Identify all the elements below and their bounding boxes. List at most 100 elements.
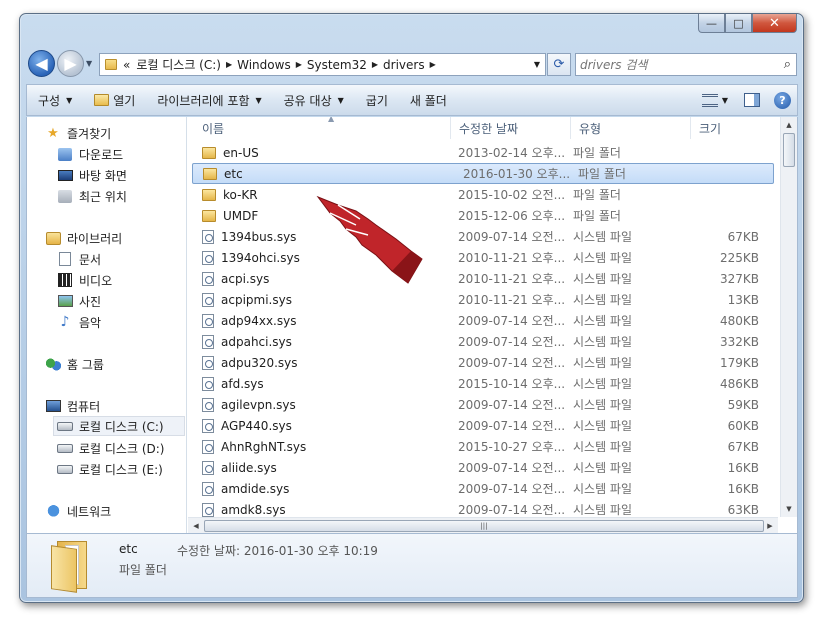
nav-network[interactable]: 네트워크	[45, 501, 111, 521]
details-modified-value: 2016-01-30 오후 10:19	[243, 544, 378, 558]
file-row[interactable]: adpu320.sys 2009-07-14 오전... 시스템 파일 179KB	[188, 352, 778, 373]
downloads-folder-icon	[58, 147, 72, 161]
chevron-down-icon: ▼	[66, 95, 73, 105]
vertical-scrollbar[interactable]: ▲ ▼	[780, 117, 797, 517]
file-row[interactable]: 1394ohci.sys 2010-11-21 오후... 시스템 파일 225KB	[188, 247, 778, 268]
scrollbar-thumb[interactable]	[783, 133, 795, 167]
horizontal-scrollbar-thumb[interactable]: |||	[204, 520, 764, 532]
address-bar[interactable]: « 로컬 디스크 (C:) ▶ Windows ▶ System32 ▶ dri…	[99, 53, 546, 76]
nav-desktop[interactable]: 바탕 화면	[57, 165, 127, 185]
search-box[interactable]: ⌕	[575, 53, 797, 76]
nav-pictures[interactable]: 사진	[57, 291, 101, 311]
nav-libraries[interactable]: 라이브러리	[45, 228, 122, 248]
nav-drive-d[interactable]: 로컬 디스크 (D:)	[57, 438, 164, 458]
nav-videos[interactable]: 비디오	[57, 270, 112, 290]
breadcrumb-system32[interactable]: System32	[304, 58, 370, 72]
column-header-type[interactable]: 유형	[571, 117, 691, 139]
address-dropdown-icon[interactable]: ▼	[529, 54, 545, 75]
nav-computer[interactable]: 컴퓨터	[45, 396, 100, 416]
nav-label: 바탕 화면	[79, 168, 127, 183]
share-with-button[interactable]: 공유 대상 ▼	[273, 85, 355, 115]
view-options-dropdown-icon[interactable]: ▼	[722, 96, 728, 105]
open-button[interactable]: 열기	[83, 85, 146, 115]
maximize-button[interactable]: □	[725, 14, 752, 33]
nav-favorites[interactable]: ★ 즐겨찾기	[45, 123, 111, 143]
refresh-button[interactable]: ⟳	[547, 53, 571, 76]
breadcrumb-windows[interactable]: Windows	[234, 58, 294, 72]
include-in-library-button[interactable]: 라이브러리에 포함 ▼	[146, 85, 272, 115]
preview-pane-icon[interactable]	[744, 93, 760, 107]
column-header-size[interactable]: 크기	[691, 117, 778, 139]
file-row[interactable]: UMDF 2015-12-06 오후... 파일 폴더	[188, 205, 778, 226]
nav-downloads[interactable]: 다운로드	[57, 144, 123, 164]
nav-documents[interactable]: 문서	[57, 249, 101, 269]
file-name-cell: amdk8.sys	[188, 502, 446, 517]
breadcrumb-drive[interactable]: 로컬 디스크 (C:)	[133, 56, 224, 73]
back-button[interactable]: ◀	[28, 50, 55, 77]
folder-icon	[105, 59, 117, 70]
file-name: UMDF	[223, 208, 259, 223]
system-file-icon	[202, 460, 214, 475]
nav-label: 로컬 디스크 (E:)	[79, 462, 163, 477]
file-name: amdide.sys	[221, 481, 290, 496]
column-header-date[interactable]: 수정한 날짜	[451, 117, 571, 139]
file-row[interactable]: etc 2016-01-30 오후... 파일 폴더	[192, 163, 774, 184]
file-row[interactable]: acpi.sys 2010-11-21 오후... 시스템 파일 327KB	[188, 268, 778, 289]
minimize-button[interactable]: —	[698, 14, 725, 33]
file-row[interactable]: AhnRghNT.sys 2015-10-27 오후... 시스템 파일 67KB	[188, 436, 778, 457]
file-row[interactable]: aliide.sys 2009-07-14 오전... 시스템 파일 16KB	[188, 457, 778, 478]
file-size: 60KB	[727, 418, 759, 433]
forward-arrow-icon: ▶	[64, 54, 77, 73]
recent-places-icon	[58, 189, 72, 203]
file-row[interactable]: adpahci.sys 2009-07-14 오전... 시스템 파일 332KB	[188, 331, 778, 352]
nav-drive-c[interactable]: 로컬 디스크 (C:)	[53, 416, 185, 436]
breadcrumb-drivers[interactable]: drivers	[380, 58, 428, 72]
breadcrumb-separator-icon[interactable]: ▶	[370, 60, 380, 69]
breadcrumb-separator-icon[interactable]: ▶	[294, 60, 304, 69]
scroll-left-icon[interactable]: ◀	[188, 518, 204, 533]
nav-homegroup[interactable]: 홈 그룹	[45, 354, 104, 374]
file-row[interactable]: 1394bus.sys 2009-07-14 오전... 시스템 파일 67KB	[188, 226, 778, 247]
file-row[interactable]: acpipmi.sys 2010-11-21 오후... 시스템 파일 13KB	[188, 289, 778, 310]
breadcrumb-separator-icon[interactable]: ▶	[428, 60, 438, 69]
forward-button[interactable]: ▶	[57, 50, 84, 77]
nav-label: 네트워크	[67, 504, 112, 519]
file-row[interactable]: afd.sys 2015-10-14 오후... 시스템 파일 486KB	[188, 373, 778, 394]
file-date: 2016-01-30 오후...	[463, 167, 571, 181]
burn-button[interactable]: 굽기	[355, 85, 399, 115]
file-row[interactable]: adp94xx.sys 2009-07-14 오전... 시스템 파일 480KB	[188, 310, 778, 331]
file-row[interactable]: amdide.sys 2009-07-14 오전... 시스템 파일 16KB	[188, 478, 778, 499]
file-row[interactable]: AGP440.sys 2009-07-14 오전... 시스템 파일 60KB	[188, 415, 778, 436]
nav-drive-e[interactable]: 로컬 디스크 (E:)	[57, 459, 163, 479]
file-size: 16KB	[727, 460, 759, 475]
scroll-right-icon[interactable]: ▶	[762, 518, 778, 533]
file-name: acpipmi.sys	[221, 292, 292, 307]
file-size: 480KB	[719, 313, 759, 328]
desktop-icon	[57, 169, 73, 181]
recent-pages-dropdown-icon[interactable]: ▼	[86, 59, 92, 68]
nav-music[interactable]: ♪ 음악	[57, 312, 102, 332]
scroll-up-icon[interactable]: ▲	[781, 117, 797, 133]
breadcrumb-overflow[interactable]: «	[120, 58, 133, 72]
scroll-down-icon[interactable]: ▼	[781, 501, 797, 517]
search-input[interactable]	[580, 56, 770, 73]
file-date: 2010-11-21 오후...	[458, 251, 566, 265]
file-row[interactable]: agilevpn.sys 2009-07-14 오전... 시스템 파일 59KB	[188, 394, 778, 415]
breadcrumb-separator-icon[interactable]: ▶	[224, 60, 234, 69]
organize-button[interactable]: 구성 ▼	[27, 85, 83, 115]
file-row[interactable]: en-US 2013-02-14 오후... 파일 폴더	[188, 142, 778, 163]
file-row[interactable]: ko-KR 2015-10-02 오전... 파일 폴더	[188, 184, 778, 205]
file-type: 시스템 파일	[573, 251, 633, 265]
change-view-icon[interactable]	[701, 93, 718, 107]
help-icon[interactable]: ?	[774, 91, 791, 109]
nav-label: 사진	[79, 294, 102, 309]
file-type: 시스템 파일	[573, 398, 633, 412]
search-icon[interactable]: ⌕	[784, 57, 791, 72]
close-button[interactable]: ✕	[752, 14, 797, 33]
column-header-name[interactable]: ▲ 이름	[188, 117, 451, 139]
new-folder-button[interactable]: 새 폴더	[399, 85, 458, 115]
nav-recent-places[interactable]: 최근 위치	[57, 186, 127, 206]
horizontal-scrollbar[interactable]: ◀ ||| ▶	[188, 517, 778, 533]
file-size: 59KB	[727, 397, 759, 412]
folder-icon	[203, 167, 217, 180]
